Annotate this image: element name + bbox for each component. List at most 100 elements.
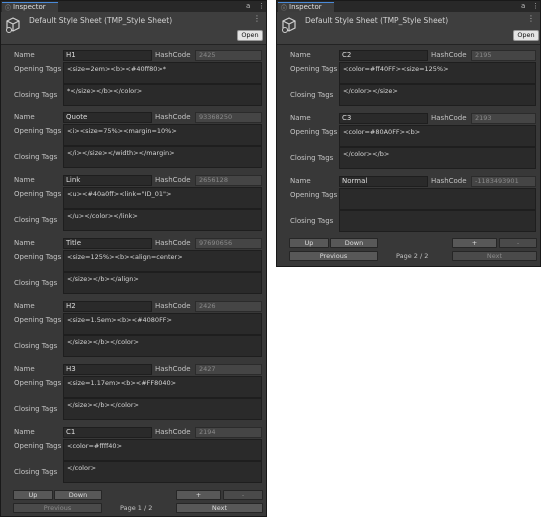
hashcode-label: HashCode xyxy=(431,177,467,185)
inspector-tab[interactable]: ⓘ Inspector xyxy=(2,2,58,12)
hashcode-field: 2195 xyxy=(471,50,536,61)
page-indicator: Page 1 / 2 xyxy=(120,504,153,512)
open-button[interactable]: Open xyxy=(237,30,263,41)
name-field[interactable]: C1 xyxy=(63,427,152,438)
closing-tags-label: Closing Tags xyxy=(14,342,58,350)
style-sheet-asset-icon xyxy=(282,17,296,33)
closing-tags-field[interactable]: </color> xyxy=(63,461,262,483)
inspector-header: Default Style Sheet (TMP_Style Sheet) ⋮ … xyxy=(277,12,540,45)
closing-tags-field[interactable]: *</size></b></color> xyxy=(63,84,262,106)
style-entry: Name H2 HashCode 2426 Opening Tags <size… xyxy=(13,301,262,357)
closing-tags-label: Closing Tags xyxy=(14,216,58,224)
name-field[interactable]: H1 xyxy=(63,50,152,61)
hashcode-label: HashCode xyxy=(155,239,191,247)
name-field[interactable]: H3 xyxy=(63,364,152,375)
style-entry: Name Normal HashCode -1183493901 Opening… xyxy=(289,176,536,232)
opening-tags-field[interactable] xyxy=(339,188,536,210)
lock-icon[interactable]: a xyxy=(246,1,250,12)
style-entry: Name H1 HashCode 2425 Opening Tags <size… xyxy=(13,50,262,106)
style-entry: Name C2 HashCode 2195 Opening Tags <colo… xyxy=(289,50,536,106)
add-style-button[interactable]: + xyxy=(452,238,497,248)
move-up-button[interactable]: Up xyxy=(289,238,329,248)
closing-tags-field[interactable] xyxy=(339,210,536,232)
closing-tags-label: Closing Tags xyxy=(14,91,58,99)
lock-icon[interactable]: a xyxy=(521,1,525,12)
move-down-button[interactable]: Down xyxy=(330,238,378,248)
opening-tags-label: Opening Tags xyxy=(14,127,62,135)
next-page-button[interactable]: Next xyxy=(452,251,537,261)
name-field[interactable]: Title xyxy=(63,238,152,249)
add-style-button[interactable]: + xyxy=(176,490,221,500)
style-entry: Name C3 HashCode 2193 Opening Tags <colo… xyxy=(289,113,536,169)
opening-tags-field[interactable]: <size=1.5em><b><#4080FF> xyxy=(63,313,262,335)
style-sheet-asset-icon xyxy=(6,17,20,33)
hashcode-field: 2193 xyxy=(471,113,536,124)
closing-tags-label: Closing Tags xyxy=(14,279,58,287)
closing-tags-field[interactable]: </color></b> xyxy=(339,147,536,169)
name-label: Name xyxy=(14,176,35,184)
hashcode-field: 97690656 xyxy=(195,238,262,249)
tab-label: Inspector xyxy=(289,3,322,11)
opening-tags-field[interactable]: <color=#ff40FF><size=125%> xyxy=(339,62,536,84)
closing-tags-label: Closing Tags xyxy=(290,154,334,162)
tab-label: Inspector xyxy=(13,3,46,11)
hashcode-label: HashCode xyxy=(431,114,467,122)
closing-tags-field[interactable]: </u></color></link> xyxy=(63,209,262,231)
closing-tags-field[interactable]: </size></b></color> xyxy=(63,398,262,420)
opening-tags-label: Opening Tags xyxy=(14,316,62,324)
opening-tags-field[interactable]: <color=#ffff40> xyxy=(63,439,262,461)
opening-tags-label: Opening Tags xyxy=(290,191,338,199)
name-label: Name xyxy=(14,365,35,373)
previous-page-button[interactable]: Previous xyxy=(289,251,378,261)
closing-tags-field[interactable]: </size></b></align> xyxy=(63,272,262,294)
open-button[interactable]: Open xyxy=(513,30,539,41)
opening-tags-field[interactable]: <i><size=75%><margin=10%> xyxy=(63,124,262,146)
inspector-panel-page-2: ⓘ Inspector a ⋮ Default Style Sheet (TMP… xyxy=(276,0,541,267)
style-entry: Name Title HashCode 97690656 Opening Tag… xyxy=(13,238,262,294)
name-field[interactable]: C2 xyxy=(339,50,428,61)
header-menu-icon[interactable]: ⋮ xyxy=(527,14,535,23)
hashcode-field: -1183493901 xyxy=(471,176,536,187)
opening-tags-label: Opening Tags xyxy=(14,253,62,261)
hashcode-label: HashCode xyxy=(431,51,467,59)
remove-style-button[interactable]: - xyxy=(223,490,263,500)
hashcode-field: 2656128 xyxy=(195,175,262,186)
tab-menu-icon[interactable]: ⋮ xyxy=(258,1,265,12)
opening-tags-field[interactable]: <size=2em><b><#40ff80>* xyxy=(63,62,262,84)
name-label: Name xyxy=(14,302,35,310)
opening-tags-label: Opening Tags xyxy=(14,190,62,198)
name-field[interactable]: C3 xyxy=(339,113,428,124)
name-label: Name xyxy=(14,113,35,121)
asset-title: Default Style Sheet (TMP_Style Sheet) xyxy=(305,16,449,25)
opening-tags-field[interactable]: <size=1.17em><b><#FF8040> xyxy=(63,376,262,398)
closing-tags-label: Closing Tags xyxy=(14,153,58,161)
closing-tags-label: Closing Tags xyxy=(290,91,334,99)
asset-title: Default Style Sheet (TMP_Style Sheet) xyxy=(29,16,173,25)
style-entry: Name Link HashCode 2656128 Opening Tags … xyxy=(13,175,262,231)
closing-tags-label: Closing Tags xyxy=(290,217,334,225)
opening-tags-field[interactable]: <size=125%><b><align=center> xyxy=(63,250,262,272)
name-label: Name xyxy=(290,177,311,185)
name-field[interactable]: Quote xyxy=(63,112,152,123)
move-down-button[interactable]: Down xyxy=(54,490,102,500)
style-entry: Name C1 HashCode 2194 Opening Tags <colo… xyxy=(13,427,262,483)
header-menu-icon[interactable]: ⋮ xyxy=(253,14,261,23)
tab-menu-icon[interactable]: ⋮ xyxy=(532,1,539,12)
name-field[interactable]: Link xyxy=(63,175,152,186)
name-field[interactable]: Normal xyxy=(339,176,428,187)
hashcode-field: 93368250 xyxy=(195,112,262,123)
opening-tags-field[interactable]: <color=#80A0FF><b> xyxy=(339,125,536,147)
previous-page-button[interactable]: Previous xyxy=(13,503,102,513)
opening-tags-field[interactable]: <u><#40a0ff><link="ID_01"> xyxy=(63,187,262,209)
remove-style-button[interactable]: - xyxy=(499,238,537,248)
inspector-tab[interactable]: ⓘ Inspector xyxy=(278,2,334,12)
name-field[interactable]: H2 xyxy=(63,301,152,312)
closing-tags-field[interactable]: </color></size> xyxy=(339,84,536,106)
hashcode-field: 2427 xyxy=(195,364,262,375)
closing-tags-field[interactable]: </size></b></color> xyxy=(63,335,262,357)
next-page-button[interactable]: Next xyxy=(176,503,263,513)
hashcode-label: HashCode xyxy=(155,51,191,59)
move-up-button[interactable]: Up xyxy=(13,490,53,500)
opening-tags-label: Opening Tags xyxy=(14,442,62,450)
closing-tags-field[interactable]: </i></size></width></margin> xyxy=(63,146,262,168)
